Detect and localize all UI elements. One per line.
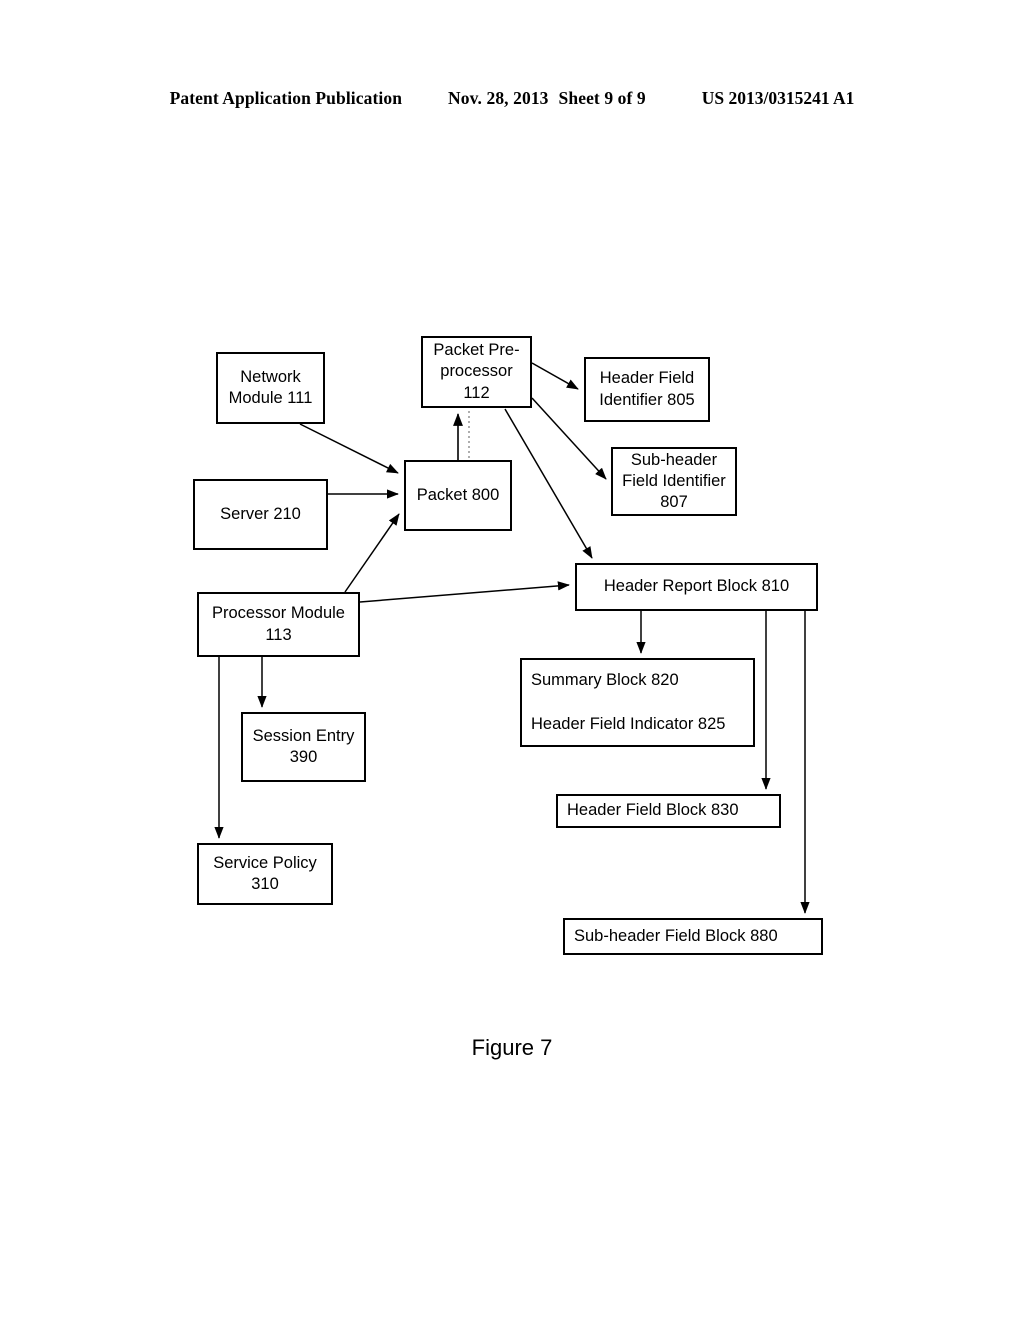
node-subheader-field-identifier-label: Sub-header Field Identifier 807 [622,450,726,512]
node-header-field-block[interactable]: Header Field Block 830 [556,794,781,828]
node-processor-module[interactable]: Processor Module 113 [197,592,360,657]
node-header-field-indicator-label: Header Field Indicator 825 [531,715,726,733]
node-processor-module-label: Processor Module 113 [212,604,345,644]
node-packet-preprocessor-label: Packet Pre- processor 112 [433,341,520,402]
figure-caption: Figure 7 [471,1035,553,1060]
node-summary-block-label: Summary Block 820 [531,670,679,689]
node-packet-preprocessor[interactable]: Packet Pre- processor 112 [421,336,532,408]
node-service-policy[interactable]: Service Policy 310 [197,843,333,905]
node-server-label: Server 210 [220,504,301,523]
edge-processor-module-to-packet [344,513,400,593]
node-subheader-field-identifier[interactable]: Sub-header Field Identifier 807 [611,447,737,516]
node-header-field-identifier[interactable]: Header Field Identifier 805 [584,357,710,422]
diagram-connectors [214,362,810,914]
node-service-policy-label: Service Policy 310 [213,853,317,893]
node-header-report-block-label: Header Report Block 810 [603,577,790,596]
node-summary-block[interactable]: Summary Block 820 Header Field Indicator… [520,658,755,747]
node-packet-label: Packet 800 [416,485,500,504]
node-header-report-block[interactable]: Header Report Block 810 [575,563,818,611]
edge-preprocessor-to-header-report-block [504,408,593,559]
node-subheader-field-block[interactable]: Sub-header Field Block 880 [563,918,823,955]
edge-network-module-to-packet [299,423,399,474]
node-packet[interactable]: Packet 800 [404,460,512,531]
node-header-field-identifier-label: Header Field Identifier 805 [599,369,695,409]
node-session-entry-label: Session Entry 390 [252,726,355,766]
node-network-module-label: Network Module 111 [228,367,313,407]
figure-7-block-diagram: Network Module 111 Packet Pre- processor… [0,0,1024,1320]
node-header-field-block-label: Header Field Block 830 [567,801,739,820]
edge-preprocessor-to-header-field-identifier [531,362,579,390]
node-session-entry[interactable]: Session Entry 390 [241,712,366,782]
node-subheader-field-block-label: Sub-header Field Block 880 [574,926,778,945]
edge-processor-module-to-header-report-block [359,581,570,603]
node-server[interactable]: Server 210 [193,479,328,550]
node-network-module[interactable]: Network Module 111 [216,352,325,424]
